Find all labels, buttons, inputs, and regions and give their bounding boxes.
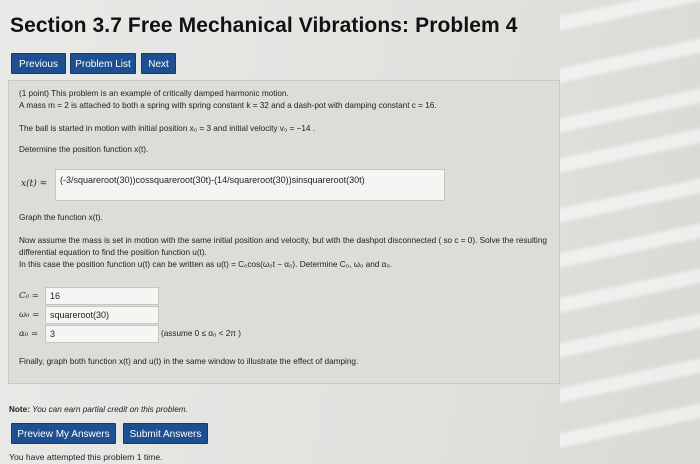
previous-button[interactable]: Previous [11,53,66,74]
next-button[interactable]: Next [141,53,176,74]
problem-initial-line: The ball is started in motion with initi… [19,124,316,133]
x-answer-field[interactable]: (-3/squareroot(30))cossquareroot(30t)-(1… [55,169,445,201]
undamped-instruction-1: Now assume the mass is set in motion wit… [19,236,547,245]
problem-determine: Determine the position function x(t). [19,145,149,154]
final-instruction: Finally, graph both function x(t) and u(… [19,357,359,366]
a0-answer-field[interactable]: 3 [45,325,159,343]
note-text: You can earn partial credit on this prob… [32,405,188,414]
c0-answer-field[interactable]: 16 [45,287,159,305]
attempts-text: You have attempted this problem 1 time. [9,452,163,462]
undamped-instruction-2: differential equation to find the positi… [19,248,207,257]
page-title: Section 3.7 Free Mechanical Vibrations: … [10,14,518,37]
problem-panel: (1 point) This problem is an example of … [8,80,560,384]
partial-credit-note: Note: You can earn partial credit on thi… [9,405,188,414]
submit-answers-button[interactable]: Submit Answers [123,423,208,444]
problem-intro: (1 point) This problem is an example of … [19,89,289,98]
a0-hint: (assume 0 ≤ α₀ < 2π ) [161,329,241,338]
preview-answers-button[interactable]: Preview My Answers [11,423,116,444]
w0-label: ω₀ = [19,310,40,320]
a0-label: α₀ = [19,329,39,339]
problem-list-button[interactable]: Problem List [70,53,136,74]
c0-label: C₀ = [19,291,39,301]
window-glare [560,0,700,464]
note-label: Note: [9,405,30,414]
w0-answer-field[interactable]: squareroot(30) [45,306,159,324]
problem-mass-line: A mass m = 2 is attached to both a sprin… [19,101,437,110]
graph-instruction: Graph the function x(t). [19,213,103,222]
undamped-instruction-3: In this case the position function u(t) … [19,260,393,269]
x-label: x(t) = [21,179,48,189]
